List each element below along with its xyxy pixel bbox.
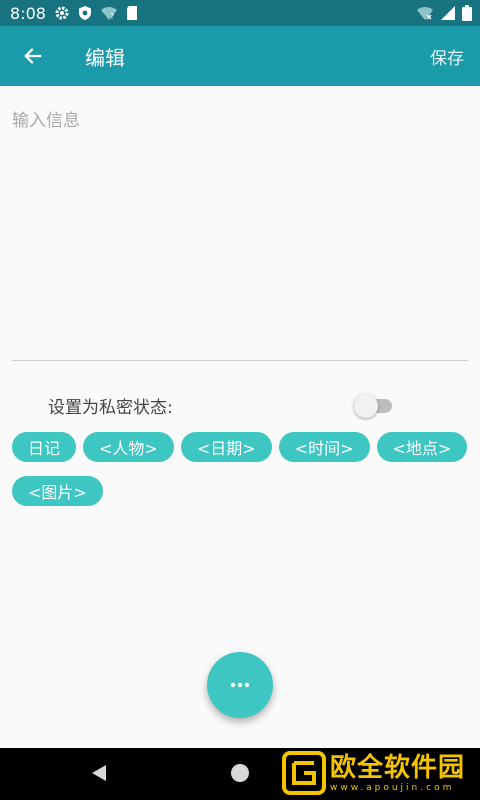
input-divider — [12, 360, 468, 361]
back-button[interactable] — [11, 34, 55, 78]
tag-image[interactable]: <图片> — [12, 476, 103, 506]
tag-location[interactable]: <地点> — [376, 432, 468, 462]
private-setting-row: 设置为私密状态: — [48, 390, 398, 420]
private-toggle[interactable] — [354, 393, 394, 418]
status-time: 8:08 — [10, 3, 46, 23]
signal-icon — [441, 6, 455, 20]
watermark-logo-icon — [282, 751, 326, 795]
nav-home-icon[interactable] — [231, 764, 249, 782]
wifi-question-icon: ? — [100, 6, 117, 21]
watermark: 欧全软件园 www.apoujin.com — [282, 751, 465, 795]
status-bar: 8:08 ? — [0, 0, 480, 26]
wifi-x-icon — [417, 6, 433, 20]
watermark-name: 欧全软件园 — [330, 753, 466, 783]
more-fab-button[interactable] — [207, 652, 273, 718]
tag-time[interactable]: <时间> — [278, 432, 370, 462]
shield-icon — [78, 6, 91, 20]
tag-person[interactable]: <人物> — [83, 432, 174, 462]
toggle-thumb — [354, 394, 378, 418]
arrow-back-icon — [24, 48, 42, 64]
more-dots-icon — [230, 682, 250, 688]
app-bar: 编辑 保存 — [0, 26, 480, 86]
info-input[interactable] — [12, 96, 468, 356]
tag-date[interactable]: <日期> — [180, 432, 272, 462]
tag-diary[interactable]: 日记 — [12, 432, 77, 462]
tag-list: 日记 <人物> <日期> <时间> <地点> <图片> — [12, 432, 472, 506]
nav-back-icon[interactable] — [90, 764, 108, 782]
watermark-url: www.apoujin.com — [330, 783, 455, 793]
gear-icon — [55, 6, 69, 20]
svg-text:?: ? — [110, 12, 114, 21]
sd-card-icon — [126, 6, 137, 20]
page-title: 编辑 — [85, 45, 125, 70]
private-label: 设置为私密状态: — [48, 397, 173, 418]
save-button[interactable]: 保存 — [430, 44, 464, 69]
battery-icon — [462, 5, 472, 21]
